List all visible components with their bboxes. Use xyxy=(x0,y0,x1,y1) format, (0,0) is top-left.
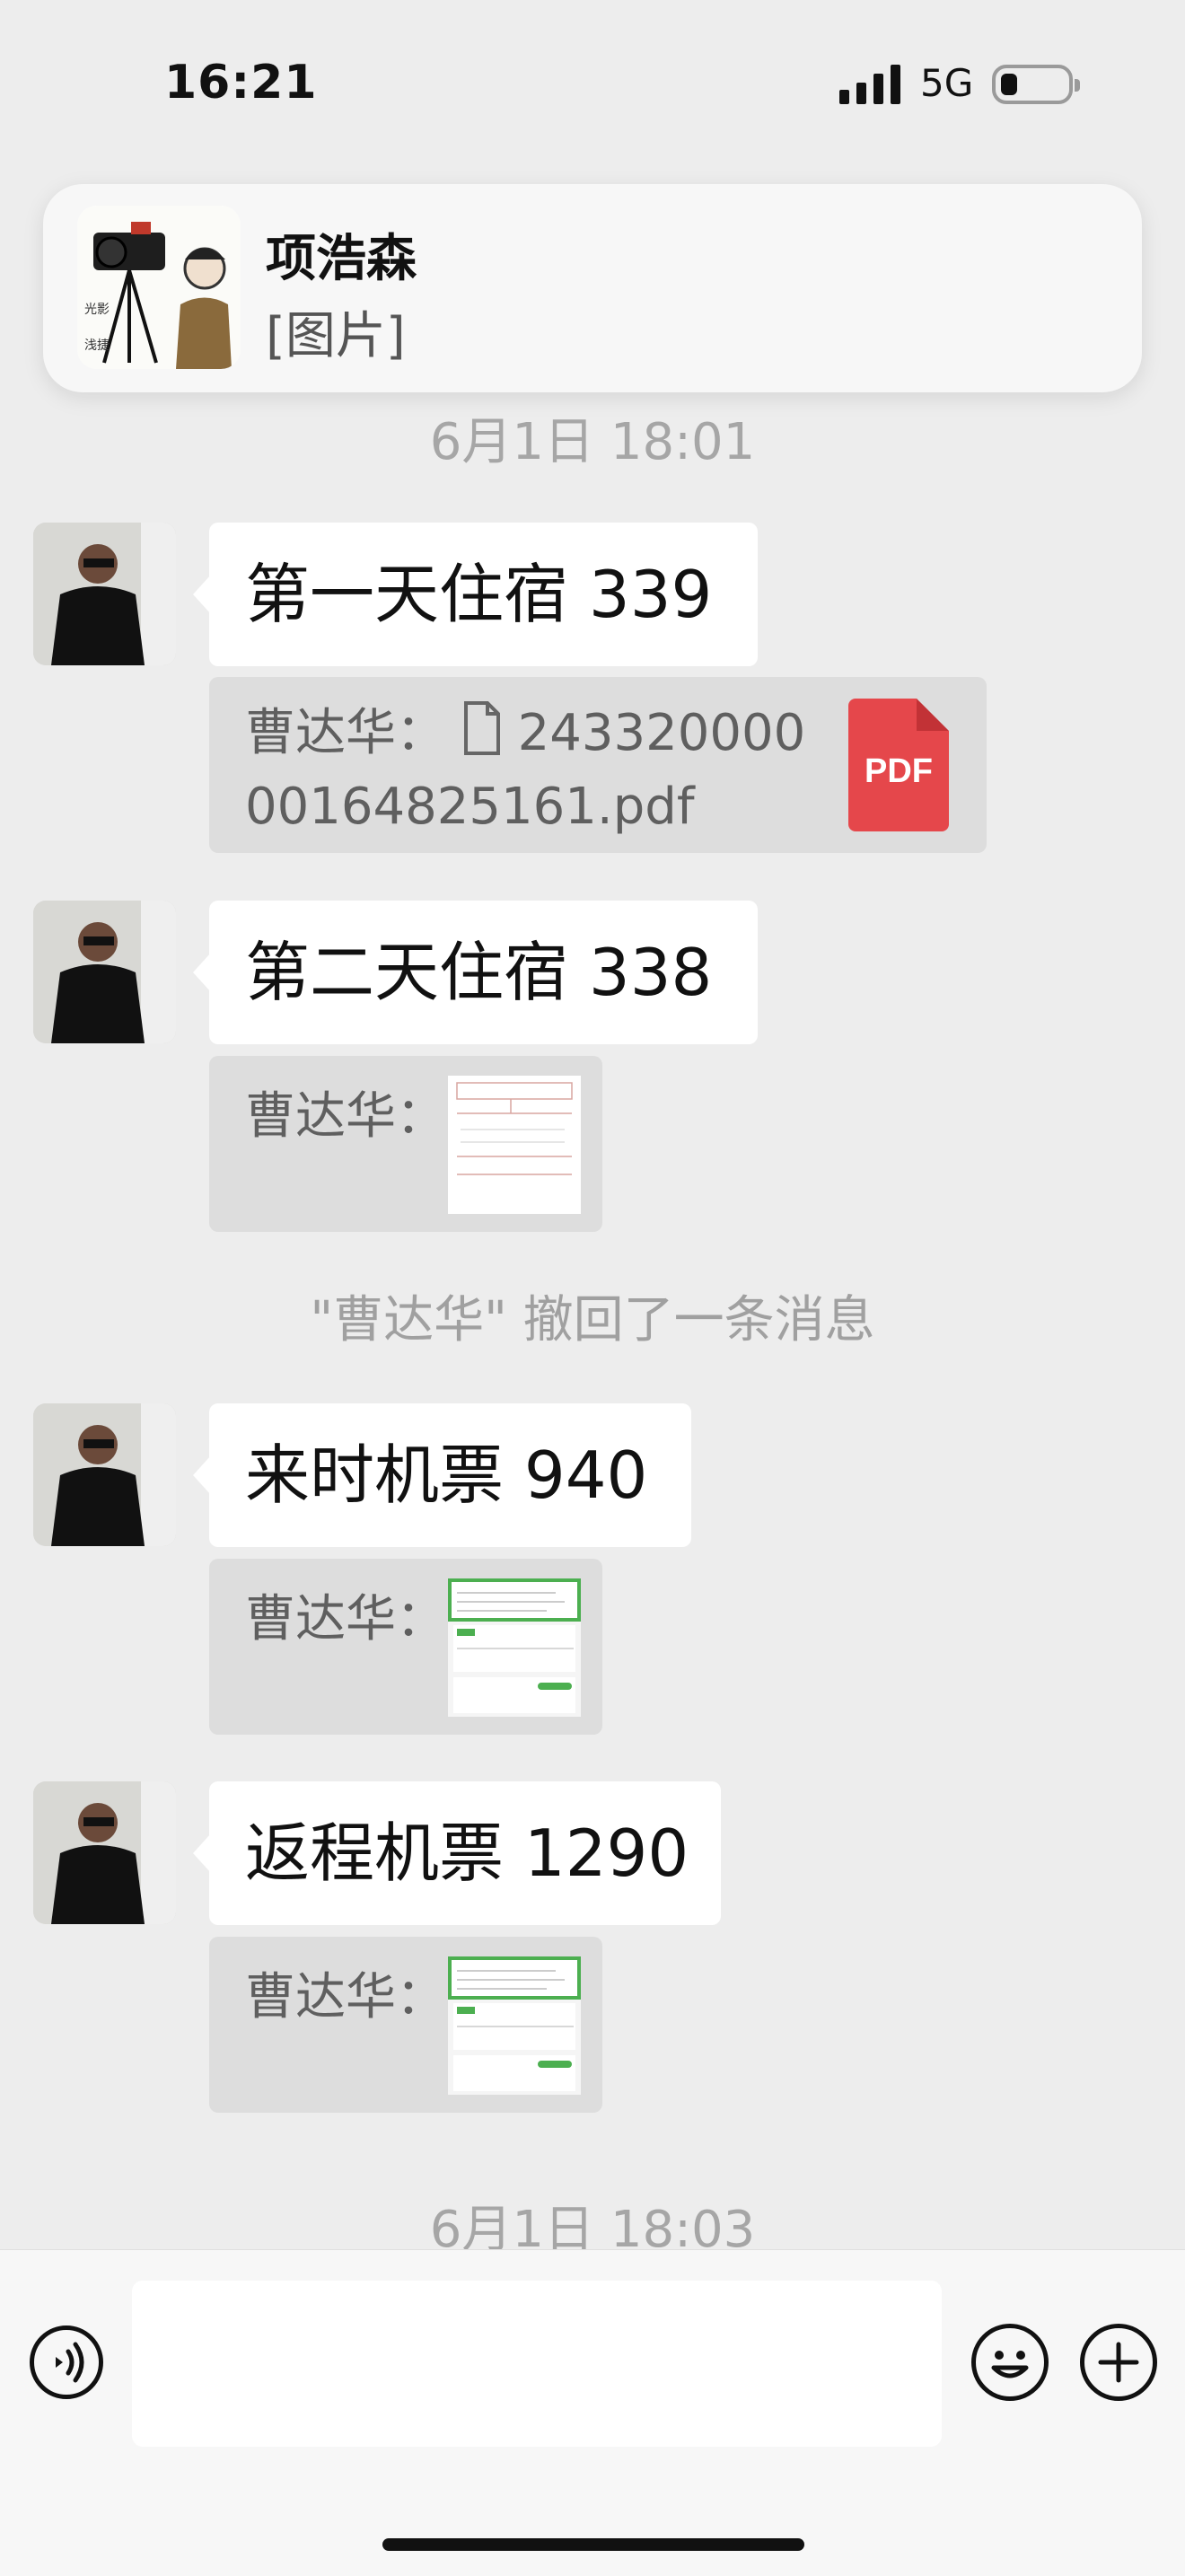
emoji-button[interactable] xyxy=(971,2324,1049,2401)
voice-input-button[interactable] xyxy=(30,2325,103,2399)
quoted-image-message[interactable]: 曹达华： xyxy=(209,1937,602,2113)
sender-avatar[interactable] xyxy=(33,1403,176,1546)
message-input[interactable] xyxy=(132,2281,942,2447)
quoted-sender: 曹达华： xyxy=(245,1087,446,1146)
notification-avatar: 光影 浅捷 xyxy=(77,206,241,369)
invoice-thumbnail xyxy=(448,1076,581,1214)
sender-avatar[interactable] xyxy=(33,1781,176,1924)
battery-icon xyxy=(992,65,1080,104)
plus-icon xyxy=(1098,2342,1139,2383)
more-button[interactable] xyxy=(1080,2324,1157,2401)
quoted-file-message[interactable]: 曹达华： 243320000 00164825161.pdf PDF xyxy=(209,677,987,853)
message-bubble[interactable]: 第一天住宿 339 xyxy=(193,523,758,666)
pdf-icon: PDF xyxy=(848,699,949,831)
home-indicator[interactable] xyxy=(382,2538,804,2551)
ticket-thumbnail xyxy=(448,1578,581,1717)
notification-banner[interactable]: 光影 浅捷 项浩森 [图片] xyxy=(43,184,1142,392)
network-type: 5G xyxy=(920,61,974,105)
notification-sender: 项浩森 xyxy=(266,230,417,288)
svg-text:浅捷: 浅捷 xyxy=(84,338,110,353)
message-bubble[interactable]: 返程机票 1290 xyxy=(193,1781,721,1925)
quoted-file-text: 曹达华： 243320000 00164825161.pdf xyxy=(245,697,829,844)
status-time: 16:21 xyxy=(164,56,318,110)
notification-preview: [图片] xyxy=(266,307,406,365)
recall-notice: "曹达华" 撤回了一条消息 xyxy=(310,1291,875,1350)
voice-icon xyxy=(56,2342,84,2383)
file-icon xyxy=(463,701,500,755)
chat-timestamp: 6月1日 18:01 xyxy=(429,413,756,471)
quoted-image-message[interactable]: 曹达华： xyxy=(209,1056,602,1232)
emoji-icon xyxy=(991,2351,1029,2378)
sender-avatar[interactable] xyxy=(33,901,176,1043)
quoted-sender: 曹达华： xyxy=(245,1968,446,2027)
svg-text:光影: 光影 xyxy=(84,303,110,317)
signal-icon xyxy=(839,65,900,104)
message-bubble[interactable]: 来时机票 940 xyxy=(193,1403,691,1547)
ticket-thumbnail xyxy=(448,1956,581,2095)
message-bubble[interactable]: 第二天住宿 338 xyxy=(193,901,758,1044)
sender-avatar[interactable] xyxy=(33,523,176,665)
quoted-image-message[interactable]: 曹达华： xyxy=(209,1559,602,1735)
quoted-sender: 曹达华： xyxy=(245,1590,446,1648)
